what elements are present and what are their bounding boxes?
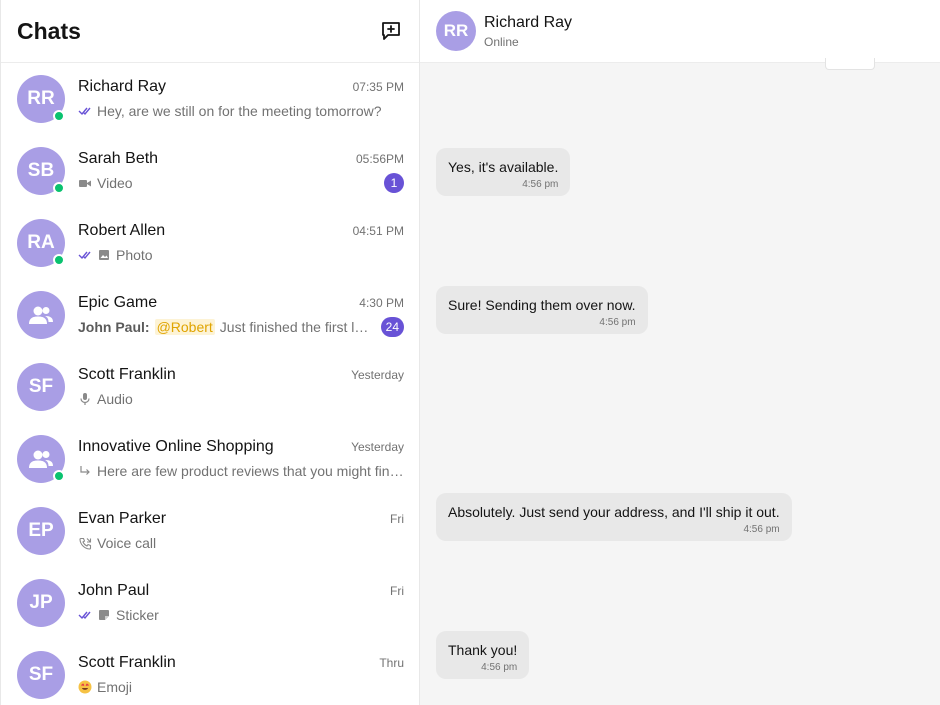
chat-preview: Just finished the first level! Let's go <box>219 319 373 335</box>
group-avatar <box>17 291 65 339</box>
sidebar-title: Chats <box>17 17 81 44</box>
avatar-initials: JP <box>17 579 65 627</box>
chat-name: Richard Ray <box>78 78 167 95</box>
image-icon <box>97 248 111 262</box>
new-chat-button[interactable] <box>379 19 403 43</box>
unread-badge: 1 <box>384 173 404 193</box>
avatar: RA <box>17 219 65 267</box>
message-text: Thank you! <box>448 642 518 658</box>
avatar <box>17 291 65 339</box>
message-time: 4:56 pm <box>522 179 559 190</box>
message-bubble[interactable]: Yes, it's available. 4:56 pm <box>436 148 571 196</box>
chat-item-sarah-beth[interactable]: SB Sarah Beth 05:56PM Video 1 <box>1 135 419 207</box>
avatar <box>17 435 65 483</box>
avatar: SF <box>17 651 65 699</box>
chat-item-epic-game[interactable]: Epic Game 4:30 PM John Paul: @Robert Jus… <box>1 279 419 351</box>
online-indicator <box>53 110 65 122</box>
date-separator <box>825 58 875 70</box>
phone-icon <box>78 536 92 550</box>
chat-preview: Photo <box>116 247 153 263</box>
chat-item-scott-franklin-2[interactable]: SF Scott Franklin Thru Emoji <box>1 639 419 705</box>
conversation-title: Richard Ray <box>484 13 573 31</box>
conversation-panel: RR Richard Ray Online Yes, it's availabl… <box>420 0 940 705</box>
group-icon <box>29 450 53 468</box>
chat-item-john-paul[interactable]: JP John Paul Fri Sticker <box>1 567 419 639</box>
avatar: JP <box>17 579 65 627</box>
reply-icon <box>78 464 92 478</box>
chat-item-scott-franklin[interactable]: SF Scott Franklin Yesterday Audio <box>1 351 419 423</box>
new-chat-icon <box>382 22 400 40</box>
chat-time: 04:51 PM <box>352 224 404 238</box>
online-indicator <box>53 254 65 266</box>
mic-icon <box>78 392 92 406</box>
chat-name: Scott Franklin <box>78 366 176 383</box>
chat-time: Yesterday <box>351 440 404 454</box>
chat-time: 4:30 PM <box>359 296 404 310</box>
chat-preview: Emoji <box>97 679 133 695</box>
message-text: Yes, it's available. <box>448 159 559 175</box>
double-check-icon <box>78 608 92 622</box>
double-check-icon <box>78 104 92 118</box>
avatar: SB <box>17 147 65 195</box>
chat-preview: Sticker <box>116 607 159 623</box>
chat-name: Innovative Online Shopping <box>78 438 274 455</box>
chat-preview: Audio <box>97 391 133 407</box>
chat-time: 05:56PM <box>355 152 404 166</box>
message-bubble[interactable]: Thank you! 4:56 pm <box>436 631 530 679</box>
avatar: SF <box>17 363 65 411</box>
chat-time: Fri <box>390 512 404 526</box>
message-text: Absolutely. Just send your address, and … <box>448 504 780 520</box>
avatar: EP <box>17 507 65 555</box>
app: Chats RR Richard Ray 07:35 PM Hey, are w… <box>0 0 940 705</box>
chat-item-innovative-online-shopping[interactable]: Innovative Online Shopping Yesterday Her… <box>1 423 419 495</box>
message-time: 4:56 pm <box>599 317 636 328</box>
video-icon <box>78 176 92 190</box>
chat-time: Fri <box>390 584 404 598</box>
chat-preview: Hey, are we still on for the meeting tom… <box>97 103 382 119</box>
presence-status: Online <box>484 34 519 49</box>
conversation-header[interactable]: RR Richard Ray Online <box>420 0 940 63</box>
chat-preview: Video <box>97 175 133 191</box>
chat-name: Evan Parker <box>78 510 167 527</box>
chat-time: Yesterday <box>351 368 404 382</box>
avatar-initials: SF <box>17 651 65 699</box>
avatar-initials: SF <box>17 363 65 411</box>
chat-item-richard-ray[interactable]: RR Richard Ray 07:35 PM Hey, are we stil <box>1 63 419 135</box>
emoji-icon <box>78 680 92 694</box>
mention-tag: @Robert <box>154 319 215 335</box>
chat-name: John Paul <box>78 582 150 599</box>
double-check-icon <box>78 248 92 262</box>
chat-item-evan-parker[interactable]: EP Evan Parker Fri Voice call <box>1 495 419 567</box>
avatar: RR <box>17 75 65 123</box>
message-bubble[interactable]: Sure! Sending them over now. 4:56 pm <box>436 286 648 334</box>
message-text: Sure! Sending them over now. <box>448 297 636 313</box>
online-indicator <box>53 470 65 482</box>
unread-badge: 24 <box>380 317 404 337</box>
avatar-initials: EP <box>17 507 65 555</box>
chat-name: Sarah Beth <box>78 150 159 167</box>
chat-list-sidebar: Chats RR Richard Ray 07:35 PM Hey, are w… <box>0 0 420 705</box>
online-indicator <box>53 182 65 194</box>
chat-preview: Here are few product reviews that you mi… <box>97 463 404 479</box>
message-bubble[interactable]: Absolutely. Just send your address, and … <box>436 493 792 541</box>
message-time: 4:56 pm <box>743 524 780 535</box>
group-icon <box>29 306 53 324</box>
chat-time: 07:35 PM <box>352 80 404 94</box>
chat-time: Thru <box>379 656 404 670</box>
sticker-icon <box>97 608 111 622</box>
chat-name: Scott Franklin <box>78 654 176 671</box>
sidebar-header: Chats <box>1 0 419 63</box>
message-time: 4:56 pm <box>481 662 518 673</box>
chat-preview: Voice call <box>97 535 157 551</box>
avatar[interactable]: RR <box>436 11 476 51</box>
chat-name: Epic Game <box>78 294 158 311</box>
chat-list: RR Richard Ray 07:35 PM Hey, are we stil <box>1 63 419 705</box>
chat-name: Robert Allen <box>78 222 166 239</box>
preview-sender: John Paul: <box>78 319 150 335</box>
chat-item-robert-allen[interactable]: RA Robert Allen 04:51 PM Photo <box>1 207 419 279</box>
